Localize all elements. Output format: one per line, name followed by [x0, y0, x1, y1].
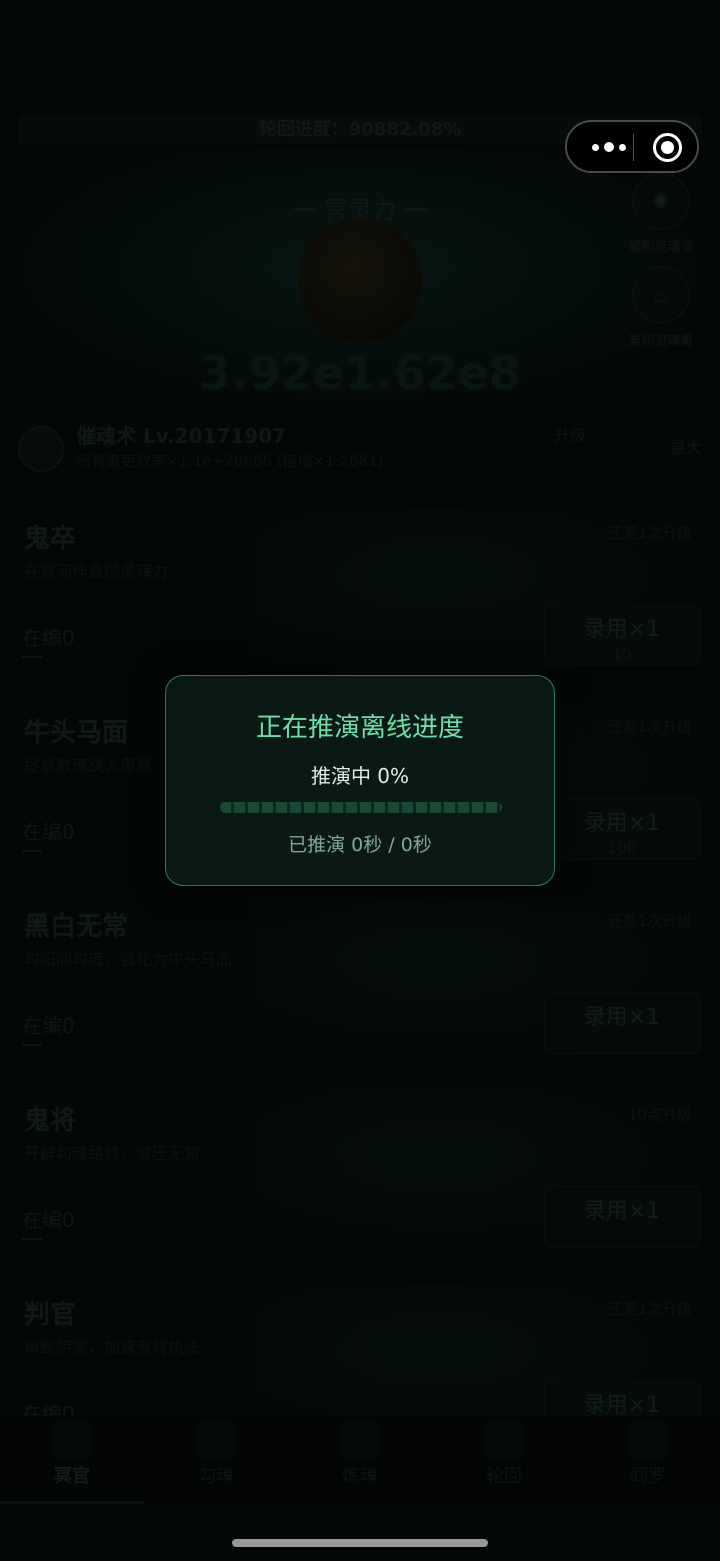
close-miniprogram-icon[interactable]	[653, 133, 682, 162]
unit-desc: 捉拿散魂跳入鬼卒	[24, 756, 153, 775]
unit-unlock-hint: 还差1次升级	[607, 718, 692, 736]
tab-label: 阎罗	[630, 1466, 666, 1487]
chain-icon	[196, 1422, 236, 1458]
soul-orb-icon[interactable]	[298, 218, 422, 342]
unit-count: 在编0	[22, 820, 75, 844]
unit-unlock-hint: 还差1次升级	[607, 912, 692, 930]
hire-button[interactable]: 录用×1 100	[544, 798, 700, 860]
modal-elapsed: 已推演 0秒 / 0秒	[288, 834, 432, 856]
skill-max-button[interactable]: 最大	[670, 434, 702, 458]
unit-name: 判官	[24, 1300, 77, 1330]
tab-officials[interactable]: 冥官	[0, 1416, 144, 1504]
unit-desc: 开辟勾魂路线，威压无常	[24, 1144, 201, 1163]
tab-refine[interactable]: 炼魂	[288, 1416, 432, 1504]
side-button-soul-amount[interactable]: ♨ 累积灵魂量	[616, 266, 706, 349]
ghost-icon	[52, 1422, 92, 1458]
divider	[22, 1044, 42, 1046]
divider	[22, 656, 42, 658]
capsule-divider	[633, 134, 634, 161]
hero-panel: 一 冥灵力 一 3.92e1.62e8	[0, 150, 720, 410]
unit-desc: 审断阴案，加速鬼将执法	[24, 1338, 201, 1357]
offline-progress-modal: 正在推演离线进度 推演中 0% 已推演 0秒 / 0秒	[165, 675, 555, 886]
spiral-icon: ✺	[632, 172, 690, 230]
dot-icon	[592, 143, 599, 151]
hire-button-label: 录用×1	[583, 811, 661, 836]
hire-button[interactable]: 录用×1	[544, 1186, 700, 1248]
hire-button-label: 录用×1	[583, 1199, 661, 1224]
hire-button[interactable]: 录用×1	[544, 992, 700, 1054]
home-indicator[interactable]	[232, 1539, 488, 1547]
side-button-label: 累积灵魂量	[628, 334, 694, 349]
modal-status: 推演中 0%	[310, 764, 410, 788]
divider	[22, 1238, 42, 1240]
more-options-button[interactable]	[581, 132, 637, 162]
modal-title: 正在推演离线进度	[255, 713, 464, 743]
skill-row: 催魂术 Lv.20171907 所有鬼吏效率×1.1e+20666 (倍增×1.…	[14, 418, 706, 474]
unit-unlock-hint: 还差1次升级	[607, 524, 692, 542]
skill-name: 催魂术 Lv.20171907	[76, 424, 287, 448]
unit-count: 在编0	[22, 626, 75, 650]
tab-label: 轮回	[486, 1466, 522, 1487]
flame-icon: ♨	[632, 266, 690, 324]
tab-label: 炼魂	[342, 1466, 378, 1487]
unit-count: 在编0	[22, 1014, 75, 1038]
bottom-tab-bar: 冥官 勾魂 炼魂 轮回 阎罗	[0, 1416, 720, 1504]
soul-power-value: 3.92e1.62e8	[199, 346, 521, 400]
hire-button-label: 录用×1	[583, 1005, 661, 1030]
progress-bar	[220, 802, 502, 813]
tab-label: 勾魂	[198, 1466, 234, 1487]
unit-count: 在编0	[22, 1208, 75, 1232]
unit-name: 鬼将	[24, 1106, 77, 1136]
unit-card: 鬼将 开辟勾魂路线，威压无常 10点升级 在编0 录用×1	[0, 1088, 720, 1276]
dot-icon	[619, 143, 626, 151]
dot-icon	[604, 142, 614, 152]
hire-cost: 100	[607, 839, 637, 857]
unit-name: 黑白无常	[24, 912, 129, 942]
miniprogram-capsule	[565, 120, 699, 173]
skill-upgrade-button[interactable]: 升级	[554, 422, 586, 446]
unit-name: 鬼卒	[24, 524, 77, 554]
tab-yama[interactable]: 阎罗	[576, 1416, 720, 1504]
side-button-label: 累积灵魂强	[628, 240, 694, 255]
hire-button-label: 录用×1	[583, 1393, 661, 1418]
flame-icon	[484, 1422, 524, 1458]
tab-reincarnation[interactable]: 轮回	[432, 1416, 576, 1504]
unit-unlock-hint: 还差1次升级	[607, 1300, 692, 1318]
divider	[22, 850, 42, 852]
tab-soul-hook[interactable]: 勾魂	[144, 1416, 288, 1504]
unit-card: 鬼卒 在冥河作业攒灵魂力 还差1次升级 在编0 录用×1 10	[0, 506, 720, 694]
unit-card: 黑白无常 勾阳间勾魂，强化为牛头马面 还差1次升级 在编0 录用×1	[0, 894, 720, 1082]
skill-desc: 所有鬼吏效率×1.1e+20666 (倍增×1.2681)	[76, 452, 384, 470]
unit-unlock-hint: 10点升级	[627, 1106, 692, 1124]
hire-cost: 10	[612, 645, 632, 663]
unit-name: 牛头马面	[24, 718, 129, 748]
side-button-soul-strength[interactable]: ✺ 累积灵魂强	[616, 172, 706, 255]
unit-desc: 在冥河作业攒灵魂力	[24, 562, 169, 581]
hire-button[interactable]: 录用×1 10	[544, 604, 700, 666]
cauldron-icon	[340, 1422, 380, 1458]
crown-icon	[628, 1422, 668, 1458]
unit-desc: 勾阳间勾魂，强化为牛头马面	[24, 950, 233, 969]
hire-button-label: 录用×1	[583, 617, 661, 642]
tab-label: 冥官	[54, 1466, 90, 1487]
skill-icon	[18, 426, 64, 472]
